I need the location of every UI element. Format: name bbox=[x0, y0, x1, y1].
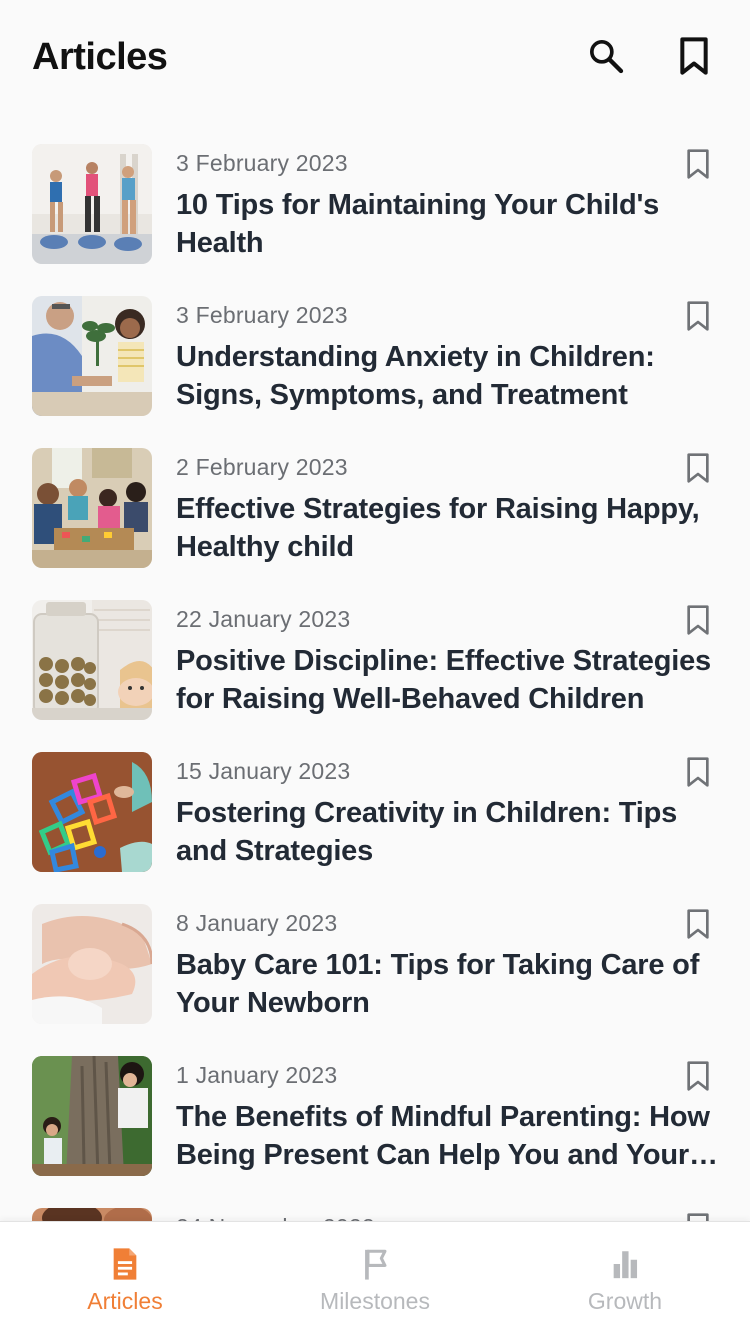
article-title[interactable]: Understanding Anxiety in Children: Signs… bbox=[176, 338, 720, 414]
bookmark-button[interactable] bbox=[680, 754, 716, 790]
nav-label: Milestones bbox=[320, 1288, 430, 1314]
bookmark-button[interactable] bbox=[680, 906, 716, 942]
nav-label: Growth bbox=[587, 1288, 663, 1314]
article-item[interactable]: 22 January 2023 Positive Discipline: Eff… bbox=[0, 600, 750, 752]
bookmark-outline-icon bbox=[687, 1061, 709, 1091]
article-thumbnail bbox=[32, 1056, 152, 1176]
article-item[interactable]: 1 January 2023 The Benefits of Mindful P… bbox=[0, 1056, 750, 1208]
article-item[interactable]: 3 February 2023 10 Tips for Maintaining … bbox=[0, 144, 750, 296]
bookmark-button[interactable] bbox=[680, 1058, 716, 1094]
article-title[interactable]: The Benefits of Mindful Parenting: How B… bbox=[176, 1098, 720, 1174]
bookmark-outline-icon bbox=[687, 453, 709, 483]
bookmark-icon bbox=[680, 37, 708, 75]
article-title[interactable]: Positive Discipline: Effective Strategie… bbox=[176, 642, 720, 718]
app-bar: Articles bbox=[0, 0, 750, 112]
article-title[interactable]: 10 Tips for Maintaining Your Child's Hea… bbox=[176, 186, 720, 262]
article-item[interactable]: 3 February 2023 Understanding Anxiety in… bbox=[0, 296, 750, 448]
article-date: 2 February 2023 bbox=[176, 454, 348, 480]
article-thumbnail bbox=[32, 448, 152, 568]
article-title[interactable]: Effective Strategies for Raising Happy, … bbox=[176, 490, 720, 566]
article-thumbnail bbox=[32, 600, 152, 720]
search-button[interactable] bbox=[582, 32, 630, 80]
nav-tab-growth[interactable]: Growth bbox=[500, 1222, 750, 1333]
flag-icon bbox=[360, 1246, 390, 1282]
article-thumbnail bbox=[32, 752, 152, 872]
article-date: 1 January 2023 bbox=[176, 1062, 338, 1088]
article-thumbnail bbox=[32, 904, 152, 1024]
nav-tab-articles[interactable]: Articles bbox=[0, 1222, 250, 1333]
page-title: Articles bbox=[32, 35, 168, 78]
bookmark-outline-icon bbox=[687, 149, 709, 179]
bookmark-outline-icon bbox=[687, 757, 709, 787]
article-title[interactable]: Baby Care 101: Tips for Taking Care of Y… bbox=[176, 946, 720, 1022]
nav-tab-milestones[interactable]: Milestones bbox=[250, 1222, 500, 1333]
bookmark-button[interactable] bbox=[680, 450, 716, 486]
document-icon bbox=[110, 1246, 140, 1282]
article-item[interactable]: 15 January 2023 Fostering Creativity in … bbox=[0, 752, 750, 904]
bookmark-outline-icon bbox=[687, 909, 709, 939]
article-thumbnail bbox=[32, 144, 152, 264]
article-date: 22 January 2023 bbox=[176, 606, 351, 632]
article-thumbnail bbox=[32, 296, 152, 416]
saved-articles-button[interactable] bbox=[670, 32, 718, 80]
article-date: 3 February 2023 bbox=[176, 150, 348, 176]
bookmark-button[interactable] bbox=[680, 298, 716, 334]
bottom-navigation: Articles Milestones Growth bbox=[0, 1221, 750, 1333]
article-item[interactable]: 2 February 2023 Effective Strategies for… bbox=[0, 448, 750, 600]
bar-chart-icon bbox=[610, 1246, 640, 1282]
articles-screen: Articles 3 February 2023 10 Tips for Mai… bbox=[0, 0, 750, 1333]
article-date: 8 January 2023 bbox=[176, 910, 338, 936]
nav-label: Articles bbox=[87, 1288, 163, 1314]
article-item[interactable]: 8 January 2023 Baby Care 101: Tips for T… bbox=[0, 904, 750, 1056]
bookmark-button[interactable] bbox=[680, 146, 716, 182]
bookmark-outline-icon bbox=[687, 605, 709, 635]
bookmark-button[interactable] bbox=[680, 602, 716, 638]
article-date: 3 February 2023 bbox=[176, 302, 348, 328]
article-list: 3 February 2023 10 Tips for Maintaining … bbox=[0, 144, 750, 1333]
article-date: 15 January 2023 bbox=[176, 758, 351, 784]
article-title[interactable]: Fostering Creativity in Children: Tips a… bbox=[176, 794, 720, 870]
search-icon bbox=[590, 40, 624, 74]
bookmark-outline-icon bbox=[687, 301, 709, 331]
